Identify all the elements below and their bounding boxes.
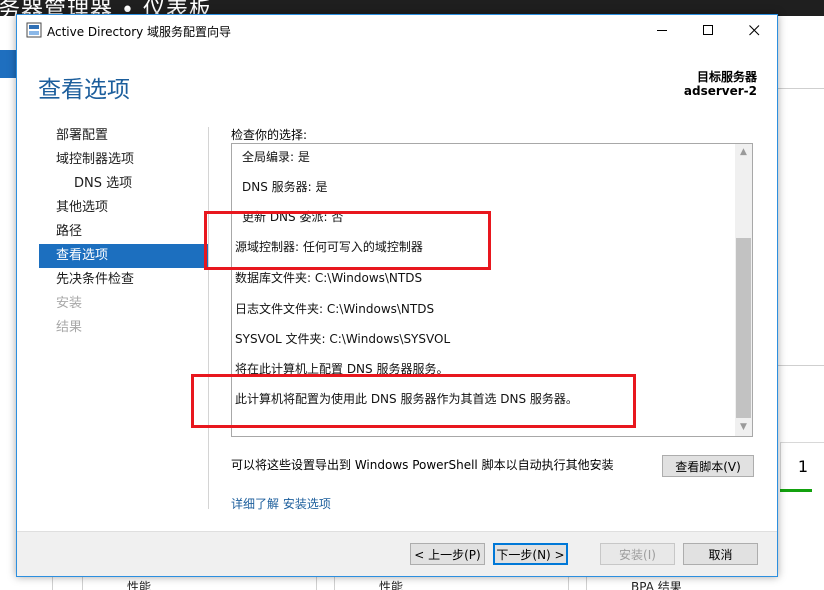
nav-step-prereq-check[interactable]: 先决条件检查 <box>39 268 209 292</box>
review-line-sysvol-folder: SYSVOL 文件夹: C:\Windows\SYSVOL <box>235 332 451 346</box>
nav-step-deployment[interactable]: 部署配置 <box>39 124 209 148</box>
cancel-button[interactable]: 取消 <box>683 543 758 565</box>
next-button[interactable]: 下一步(N) > <box>493 543 568 565</box>
bottom-label-bpa: BPA 结果 <box>631 580 682 590</box>
scroll-thumb[interactable] <box>736 238 751 418</box>
highlight-box-preferred-dns <box>191 374 636 428</box>
learn-more-link[interactable]: 详细了解 安装选项 <box>231 495 331 512</box>
wizard-footer: < 上一步(P) 下一步(N) > 安装(I) 取消 <box>17 531 777 576</box>
close-icon <box>748 24 759 35</box>
review-scrollbar[interactable]: ▲ ▼ <box>735 144 752 436</box>
bottom-label-performance-1: 性能 <box>127 580 152 590</box>
nav-step-additional-options[interactable]: 其他选项 <box>39 196 209 220</box>
review-line-global-catalog: 全局编录: 是 <box>242 150 310 164</box>
target-server-label: 目标服务器 <box>696 70 757 84</box>
install-button: 安装(I) <box>600 543 675 565</box>
scroll-down-icon[interactable]: ▼ <box>735 419 752 436</box>
review-line-log-folder: 日志文件文件夹: C:\Windows\NTDS <box>235 302 435 316</box>
minimize-button[interactable] <box>639 15 685 45</box>
ad-ds-config-wizard: Active Directory 域服务配置向导 查看选项 目标服务器 adse… <box>16 14 778 577</box>
page-title: 查看选项 <box>38 77 130 103</box>
tile-status-bar <box>780 489 812 492</box>
server-manager-right-pane <box>776 16 824 590</box>
dialog-title: Active Directory 域服务配置向导 <box>47 25 232 39</box>
nav-step-dns-options[interactable]: DNS 选项 <box>39 172 209 196</box>
server-role-icon <box>26 22 42 38</box>
view-script-button[interactable]: 查看脚本(V) <box>662 455 754 477</box>
nav-step-installation: 安装 <box>56 296 83 311</box>
close-button[interactable] <box>731 15 777 45</box>
nav-step-review-options[interactable]: 查看选项 <box>39 244 209 268</box>
tile-count: 1 <box>797 457 809 476</box>
server-manager-divider <box>776 365 824 366</box>
review-line-dns-server: DNS 服务器: 是 <box>242 180 328 194</box>
nav-step-results: 结果 <box>56 320 83 335</box>
maximize-icon <box>702 24 713 35</box>
nav-divider <box>208 127 209 509</box>
maximize-button[interactable] <box>685 15 731 45</box>
previous-button[interactable]: < 上一步(P) <box>410 543 485 565</box>
review-label: 检查你的选择: <box>231 128 308 142</box>
highlight-box-source-dc <box>204 211 491 270</box>
review-line-database-folder: 数据库文件夹: C:\Windows\NTDS <box>235 271 423 285</box>
nav-step-dc-options[interactable]: 域控制器选项 <box>39 148 209 172</box>
target-server-value: adserver-2 <box>683 84 757 98</box>
wizard-step-nav: 部署配置 域控制器选项 DNS 选项 其他选项 路径 查看选项 先决条件检查 安… <box>39 124 209 340</box>
minimize-icon <box>656 29 667 31</box>
server-manager-tile[interactable]: 1 <box>780 442 824 492</box>
scroll-up-icon[interactable]: ▲ <box>735 144 752 161</box>
bottom-label-performance-2: 性能 <box>379 580 404 590</box>
nav-step-paths[interactable]: 路径 <box>39 220 209 244</box>
export-script-text: 可以将这些设置导出到 Windows PowerShell 脚本以自动执行其他安… <box>231 458 614 472</box>
dialog-titlebar[interactable]: Active Directory 域服务配置向导 <box>17 15 777 45</box>
server-manager-divider <box>776 88 824 89</box>
